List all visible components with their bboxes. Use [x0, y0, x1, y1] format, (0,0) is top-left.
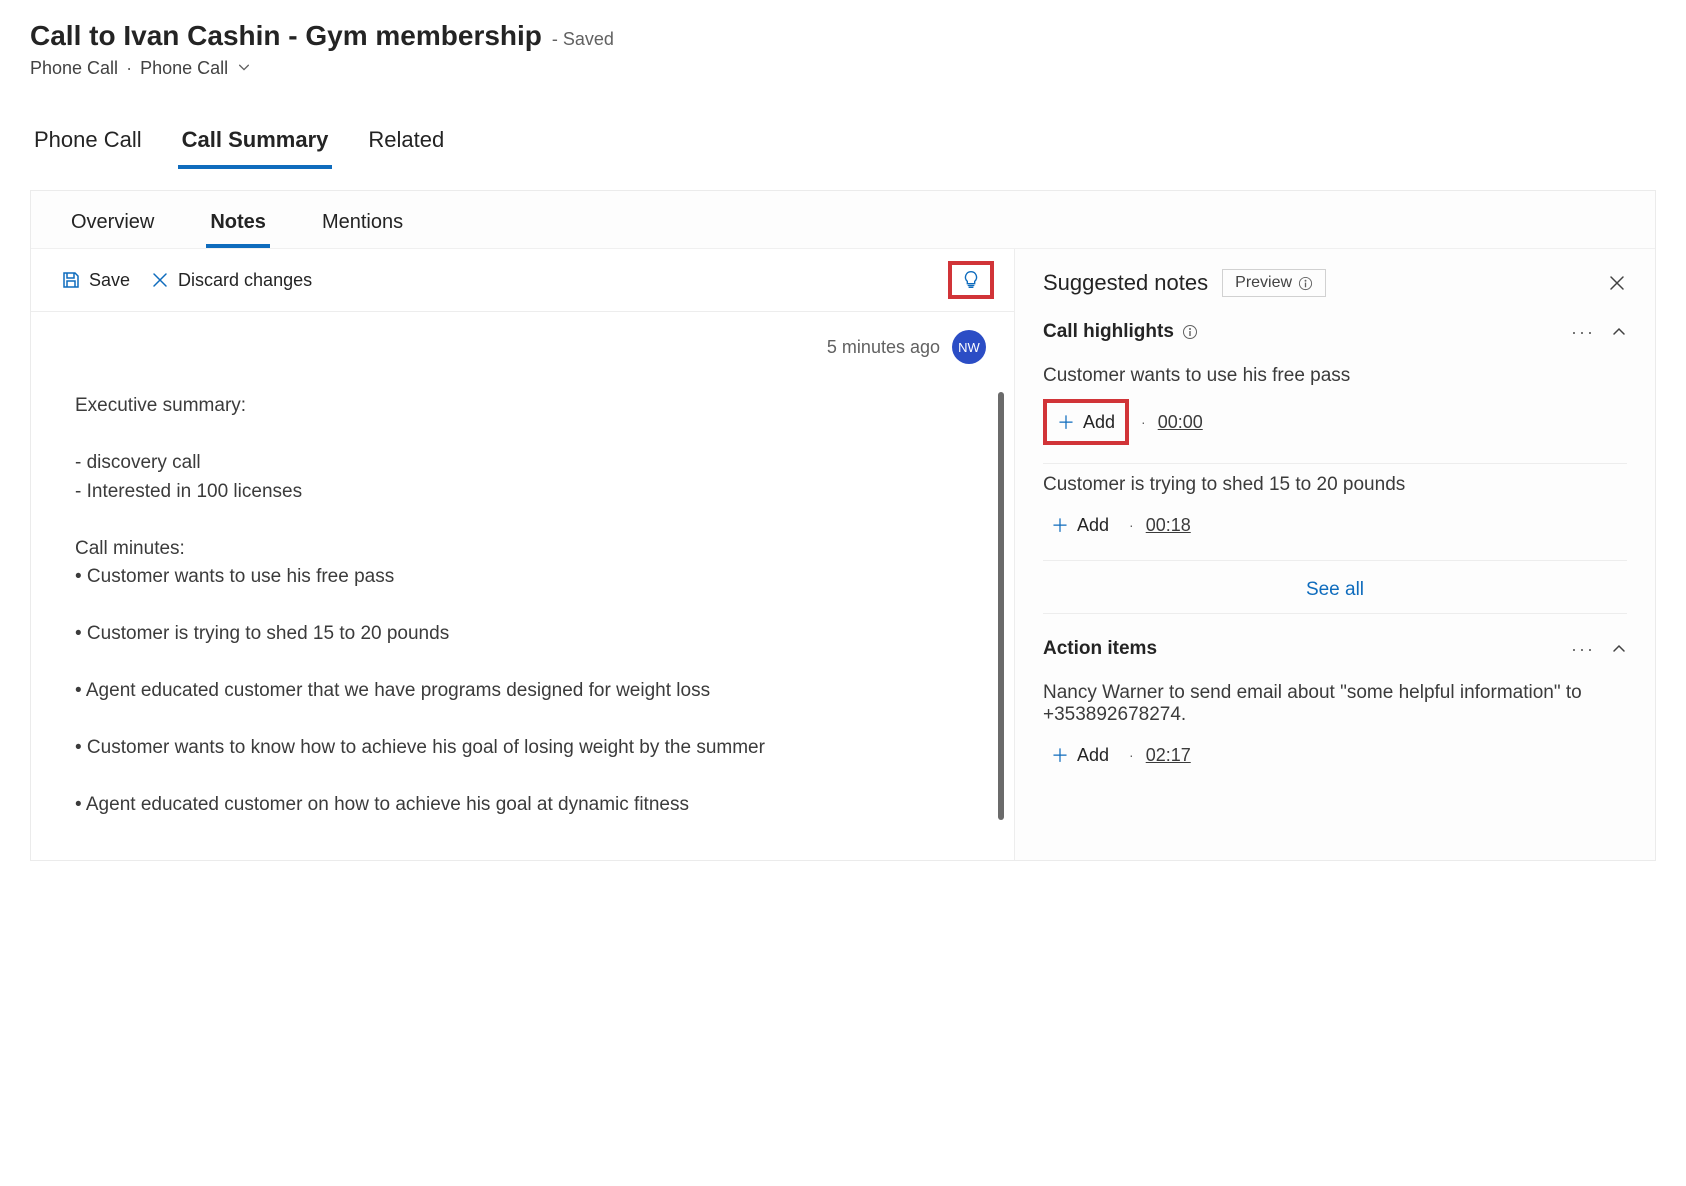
tab-call-summary[interactable]: Call Summary	[178, 119, 333, 169]
breadcrumb-item[interactable]: Phone Call	[140, 58, 251, 79]
notes-toolbar: Save Discard changes	[31, 249, 1014, 312]
action-item-text: Nancy Warner to send email about "some h…	[1043, 682, 1627, 726]
add-action-button[interactable]: ＋ Add	[1043, 738, 1117, 772]
highlights-title: Call highlights	[1043, 321, 1174, 343]
suggested-title: Suggested notes	[1043, 270, 1208, 296]
timestamp-link[interactable]: 00:00	[1158, 412, 1203, 433]
action-item: Nancy Warner to send email about "some h…	[1043, 672, 1627, 790]
save-button[interactable]: Save	[51, 266, 140, 295]
sub-tabs: Overview Notes Mentions	[31, 191, 1655, 249]
save-icon	[61, 270, 81, 290]
suggested-header: Suggested notes Preview	[1043, 269, 1627, 297]
breadcrumb-item[interactable]: Phone Call	[30, 58, 118, 79]
collapse-button[interactable]	[1611, 641, 1627, 657]
close-icon	[150, 270, 170, 290]
timestamp-link[interactable]: 02:17	[1146, 745, 1191, 766]
chevron-down-icon	[237, 60, 251, 74]
close-panel-button[interactable]	[1607, 273, 1627, 293]
see-all-link[interactable]: See all	[1043, 561, 1627, 614]
highlight-text: Customer is trying to shed 15 to 20 poun…	[1043, 474, 1627, 496]
subtab-mentions[interactable]: Mentions	[318, 205, 407, 248]
highlight-item: Customer is trying to shed 15 to 20 poun…	[1043, 464, 1627, 561]
breadcrumb: Phone Call · Phone Call	[30, 58, 1656, 79]
notes-meta: 5 minutes ago NW	[31, 312, 1014, 372]
discard-button[interactable]: Discard changes	[140, 266, 322, 295]
plus-icon: ＋	[1051, 742, 1069, 768]
action-items-title: Action items	[1043, 638, 1157, 660]
tab-related[interactable]: Related	[364, 119, 448, 169]
notes-body[interactable]: Executive summary: - discovery call - In…	[31, 372, 998, 860]
main-tabs: Phone Call Call Summary Related	[0, 89, 1686, 170]
collapse-button[interactable]	[1611, 324, 1627, 340]
more-options-button[interactable]: ···	[1571, 322, 1595, 343]
page-header: Call to Ivan Cashin - Gym membership - S…	[0, 0, 1686, 89]
add-label: Add	[1077, 515, 1109, 536]
more-options-button[interactable]: ···	[1571, 639, 1595, 660]
subtab-overview[interactable]: Overview	[67, 205, 158, 248]
page-title: Call to Ivan Cashin - Gym membership	[30, 20, 542, 52]
info-icon[interactable]	[1182, 324, 1198, 340]
breadcrumb-label: Phone Call	[140, 58, 228, 78]
highlight-item: Customer wants to use his free pass ＋ Ad…	[1043, 355, 1627, 464]
tab-phone-call[interactable]: Phone Call	[30, 119, 146, 169]
action-items-header: Action items ···	[1043, 638, 1627, 660]
separator: ·	[1129, 747, 1134, 763]
separator: ·	[1129, 517, 1134, 533]
highlight-text: Customer wants to use his free pass	[1043, 365, 1627, 387]
avatar[interactable]: NW	[952, 330, 986, 364]
discard-label: Discard changes	[178, 270, 312, 291]
save-label: Save	[89, 270, 130, 291]
info-icon	[1298, 276, 1313, 291]
scrollbar[interactable]	[998, 392, 1004, 820]
separator: ·	[1141, 414, 1146, 430]
breadcrumb-separator: ·	[126, 58, 132, 79]
highlights-header: Call highlights ···	[1043, 321, 1627, 343]
add-label: Add	[1077, 745, 1109, 766]
content-area: Overview Notes Mentions Save Discard cha…	[30, 190, 1656, 861]
plus-icon: ＋	[1057, 409, 1075, 435]
time-ago: 5 minutes ago	[827, 337, 940, 358]
notes-pane: Save Discard changes 5 minutes ago NW	[31, 249, 1015, 860]
lightbulb-icon	[960, 269, 982, 291]
plus-icon: ＋	[1051, 512, 1069, 538]
suggestions-toggle[interactable]	[948, 261, 994, 299]
add-highlight-button[interactable]: ＋ Add	[1043, 508, 1117, 542]
suggested-notes-pane: Suggested notes Preview Call highlights	[1015, 249, 1655, 860]
add-highlight-button[interactable]: ＋ Add	[1043, 399, 1129, 445]
add-label: Add	[1083, 412, 1115, 433]
timestamp-link[interactable]: 00:18	[1146, 515, 1191, 536]
subtab-notes[interactable]: Notes	[206, 205, 270, 248]
preview-label: Preview	[1235, 274, 1292, 292]
preview-button[interactable]: Preview	[1222, 269, 1326, 297]
save-status: - Saved	[552, 29, 614, 50]
